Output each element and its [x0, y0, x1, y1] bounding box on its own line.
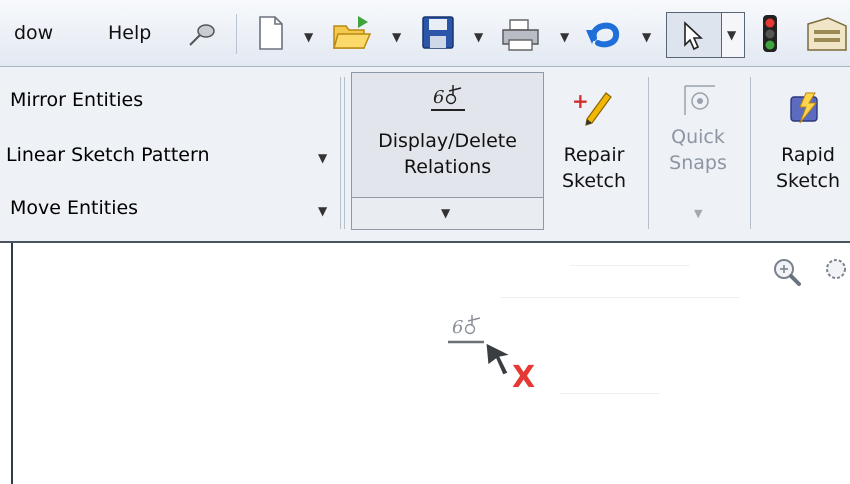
rapid-sketch-label-1[interactable]: Rapid	[766, 143, 850, 167]
new-dropdown-arrow-icon[interactable]: ▼	[304, 30, 313, 44]
select-arrow-icon	[684, 21, 704, 51]
display-delete-label-2: Relations	[403, 156, 492, 178]
repair-sketch-label-1[interactable]: Repair	[556, 143, 632, 167]
print-icon[interactable]	[500, 16, 542, 52]
display-delete-dropdown-arrow-icon: ▼	[441, 206, 451, 220]
faint-line	[570, 265, 690, 266]
undo-dropdown-arrow-icon[interactable]: ▼	[642, 30, 651, 44]
delete-x-mark: X	[512, 360, 536, 395]
svg-text:6: 6	[452, 317, 463, 338]
save-dropdown-arrow-icon[interactable]: ▼	[474, 30, 483, 44]
graphics-area-left-border	[11, 243, 13, 484]
ribbon-separator	[344, 77, 345, 229]
faint-line	[500, 297, 740, 298]
select-dropdown[interactable]: ▼	[721, 12, 745, 58]
relations-icon: 6	[431, 85, 465, 111]
rapid-sketch-label-2[interactable]: Sketch	[766, 169, 850, 193]
quick-snaps-label-2[interactable]: Snaps	[660, 151, 736, 175]
options-icon[interactable]	[806, 16, 850, 52]
ribbon-separator	[648, 77, 649, 229]
move-entities-dropdown-arrow-icon[interactable]: ▼	[318, 204, 327, 218]
mirror-entities-command[interactable]: Mirror Entities	[10, 89, 143, 111]
repair-sketch-label-2[interactable]: Sketch	[556, 169, 632, 193]
svg-text:6: 6	[433, 87, 444, 108]
select-dropdown-arrow-icon: ▼	[727, 28, 737, 42]
graphics-area[interactable]: 6 X	[0, 243, 850, 484]
move-entities-command[interactable]: Move Entities	[10, 197, 138, 219]
linear-sketch-pattern-command[interactable]: Linear Sketch Pattern	[6, 144, 210, 166]
quick-snaps-dropdown-arrow-icon[interactable]: ▼	[694, 207, 702, 220]
menu-help[interactable]: Help	[108, 22, 151, 44]
menu-toolbar-bar: dow Help ▼ ▼ ▼ ▼ ▼ ▼	[0, 0, 850, 67]
quick-snaps-label-1[interactable]: Quick	[660, 125, 736, 149]
toolbar-separator	[236, 14, 237, 54]
display-delete-label-1: Display/Delete	[378, 130, 517, 152]
rebuild-traffic-light-icon[interactable]	[760, 14, 780, 54]
repair-sketch-icon[interactable]: +	[572, 91, 612, 127]
ribbon-separator	[340, 77, 341, 229]
quick-snaps-icon[interactable]	[682, 83, 718, 119]
open-folder-icon[interactable]	[332, 14, 372, 52]
select-button[interactable]	[666, 12, 722, 58]
rapid-sketch-icon[interactable]	[788, 91, 824, 127]
sketch-ribbon: Mirror Entities Linear Sketch Pattern ▼ …	[0, 67, 850, 243]
save-icon[interactable]	[420, 14, 456, 52]
zoom-to-fit-icon[interactable]	[772, 257, 802, 287]
display-delete-relations-button[interactable]: 6 Display/Delete Relations	[351, 72, 544, 198]
new-document-icon[interactable]	[256, 14, 286, 52]
cursor-relations-icon: 6	[448, 315, 484, 344]
svg-text:+: +	[572, 91, 589, 113]
zoom-to-area-icon[interactable]	[822, 257, 850, 287]
menu-window[interactable]: dow	[14, 22, 53, 44]
ribbon-separator	[750, 77, 751, 229]
faint-line	[560, 393, 660, 394]
print-dropdown-arrow-icon[interactable]: ▼	[560, 30, 569, 44]
undo-icon[interactable]	[584, 16, 624, 52]
display-delete-dropdown[interactable]: ▼	[351, 198, 544, 230]
pin-icon[interactable]	[186, 22, 216, 48]
open-dropdown-arrow-icon[interactable]: ▼	[392, 30, 401, 44]
linear-pattern-dropdown-arrow-icon[interactable]: ▼	[318, 151, 327, 165]
